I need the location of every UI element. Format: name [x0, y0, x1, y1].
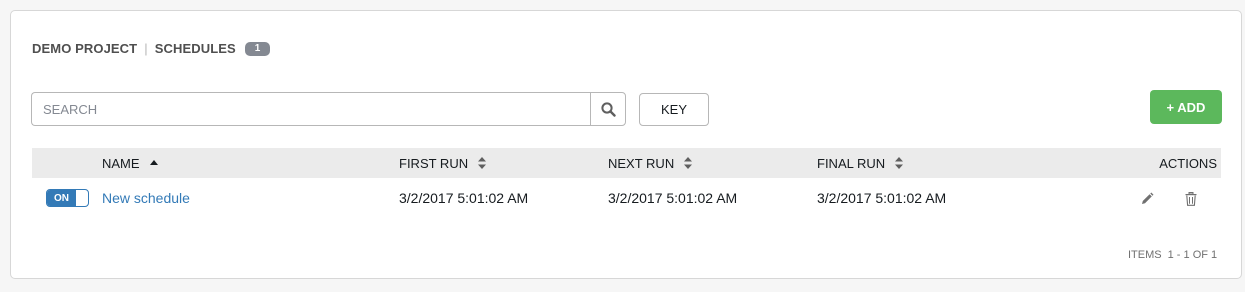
- next-run-cell: 3/2/2017 5:01:02 AM: [608, 190, 738, 206]
- sort-icon: [684, 157, 693, 169]
- schedules-panel: DEMO PROJECT | SCHEDULES 1 KEY + ADD NAM…: [10, 10, 1242, 279]
- sort-ascending-icon: [149, 160, 158, 166]
- search-icon: [600, 101, 616, 117]
- section-title: SCHEDULES: [154, 41, 236, 56]
- column-name[interactable]: NAME: [102, 148, 158, 178]
- panel-title: DEMO PROJECT | SCHEDULES 1: [32, 41, 271, 56]
- pencil-icon[interactable]: [1140, 192, 1154, 206]
- sort-icon: [895, 157, 904, 169]
- column-name-label: NAME: [102, 155, 140, 171]
- table-row: ON New schedule 3/2/2017 5:01:02 AM 3/2/…: [32, 181, 1221, 215]
- final-run-cell: 3/2/2017 5:01:02 AM: [817, 190, 947, 206]
- schedule-name-link[interactable]: New schedule: [102, 190, 190, 206]
- column-next-run[interactable]: NEXT RUN: [608, 148, 693, 178]
- column-first-run-label: FIRST RUN: [399, 155, 469, 171]
- project-name[interactable]: DEMO PROJECT: [32, 41, 137, 56]
- search-bar: [31, 92, 626, 126]
- pagination-range: 1 - 1 OF 1: [1167, 249, 1218, 261]
- column-actions-label: ACTIONS: [1159, 155, 1217, 171]
- count-badge: 1: [244, 41, 271, 56]
- first-run-cell: 3/2/2017 5:01:02 AM: [399, 190, 529, 206]
- column-first-run[interactable]: FIRST RUN: [399, 148, 487, 178]
- title-separator: |: [144, 41, 148, 56]
- pagination-info: ITEMS 1 - 1 OF 1: [1128, 249, 1217, 261]
- pagination-label: ITEMS: [1128, 249, 1162, 261]
- table-header: NAME FIRST RUN NEXT RUN FINAL RUN ACTION…: [32, 148, 1221, 178]
- enabled-toggle[interactable]: ON: [46, 189, 89, 207]
- column-final-run-label: FINAL RUN: [817, 155, 886, 171]
- search-button[interactable]: [590, 92, 626, 126]
- toggle-on-label: ON: [47, 190, 76, 206]
- schedule-name-cell: New schedule: [102, 181, 190, 215]
- column-next-run-label: NEXT RUN: [608, 155, 675, 171]
- trash-icon[interactable]: [1185, 192, 1197, 206]
- add-button[interactable]: + ADD: [1150, 90, 1222, 124]
- key-button[interactable]: KEY: [639, 93, 709, 126]
- sort-icon: [478, 157, 487, 169]
- column-actions: ACTIONS: [1159, 148, 1217, 178]
- search-input[interactable]: [31, 92, 590, 126]
- column-final-run[interactable]: FINAL RUN: [817, 148, 904, 178]
